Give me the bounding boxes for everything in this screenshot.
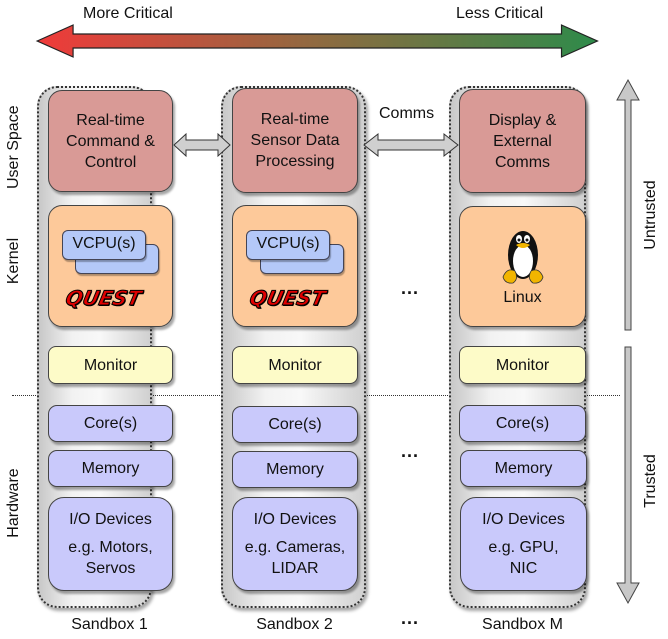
untrusted-label: Untrusted xyxy=(642,180,659,250)
sandbox-m-kernel-box: Linux xyxy=(459,206,586,327)
trusted-label: Trusted xyxy=(642,454,659,508)
ellipsis-kernel: ... xyxy=(401,278,420,298)
comms-arrow-2-m xyxy=(363,132,459,158)
io-line: e.g. Motors, xyxy=(68,539,153,556)
sandbox-m-memory-box: Memory xyxy=(460,450,587,487)
sandbox-m-cores-box: Core(s) xyxy=(459,405,586,442)
sandbox-m-monitor-box: Monitor xyxy=(459,346,586,384)
layer-label-user-space: User Space xyxy=(5,105,22,189)
linux-label: Linux xyxy=(503,289,542,306)
user-line: Real-time xyxy=(76,111,145,129)
sandbox-2-memory-box: Memory xyxy=(232,451,358,488)
user-line: Real-time xyxy=(260,111,330,128)
user-line: Sensor Data xyxy=(250,132,340,149)
sandbox-1-io-box: I/O Devices e.g. Motors, Servos xyxy=(48,497,173,591)
sandbox-1-vcpu-box: VCPU(s) xyxy=(62,230,146,260)
sandbox-1-monitor-box: Monitor xyxy=(48,346,173,384)
user-line: External xyxy=(493,132,552,150)
less-critical-label: Less Critical xyxy=(456,5,544,22)
layer-label-hardware: Hardware xyxy=(5,468,22,538)
ellipsis-hardware: ... xyxy=(401,441,420,461)
layer-label-kernel: Kernel xyxy=(5,237,22,285)
io-title: I/O Devices xyxy=(253,511,337,528)
linux-penguin-icon xyxy=(502,231,543,284)
comms-arrow-1-2 xyxy=(173,132,231,158)
sandbox-2-user-space-box: Real-time Sensor Data Processing xyxy=(232,88,358,193)
sandbox-1-user-space-box: Real-time Command & Control xyxy=(48,90,173,192)
sandbox-2-label: Sandbox 2 xyxy=(256,616,333,633)
sandbox-2-monitor-box: Monitor xyxy=(232,346,358,384)
comms-label: Comms xyxy=(379,105,435,122)
user-line: Comms xyxy=(494,153,551,171)
sandbox-2-cores-box: Core(s) xyxy=(232,406,358,443)
sandbox-1-cores-box: Core(s) xyxy=(48,405,173,442)
quest-logo: QUEST xyxy=(247,286,328,311)
io-title: I/O Devices xyxy=(69,511,152,528)
sandbox-2-vcpu-box: VCPU(s) xyxy=(246,230,330,260)
sandbox-1-memory-box: Memory xyxy=(48,450,173,487)
sandbox-m-io-box: I/O Devices e.g. GPU, NIC xyxy=(460,497,587,591)
quest-logo: QUEST xyxy=(63,286,144,311)
io-line: e.g. Cameras, xyxy=(244,539,346,556)
io-line: LIDAR xyxy=(271,560,319,577)
ellipsis-sandboxes: ... xyxy=(401,608,420,628)
more-critical-label: More Critical xyxy=(83,5,173,22)
user-line: Display & xyxy=(488,111,557,129)
sandbox-2-io-box: I/O Devices e.g. Cameras, LIDAR xyxy=(232,497,358,591)
sandbox-1-label: Sandbox 1 xyxy=(71,616,148,633)
sandbox-m-label: Sandbox M xyxy=(482,616,563,633)
io-line: e.g. GPU, xyxy=(488,539,559,556)
user-line: Control xyxy=(84,153,137,171)
io-line: Servos xyxy=(85,560,136,577)
sandbox-m-user-space-box: Display & External Comms xyxy=(459,89,586,193)
io-line: NIC xyxy=(509,560,538,577)
untrusted-arrow xyxy=(616,78,640,331)
trusted-arrow xyxy=(616,346,640,605)
user-line: Processing xyxy=(255,153,335,170)
user-line: Command & xyxy=(66,132,155,150)
io-title: I/O Devices xyxy=(482,511,565,528)
